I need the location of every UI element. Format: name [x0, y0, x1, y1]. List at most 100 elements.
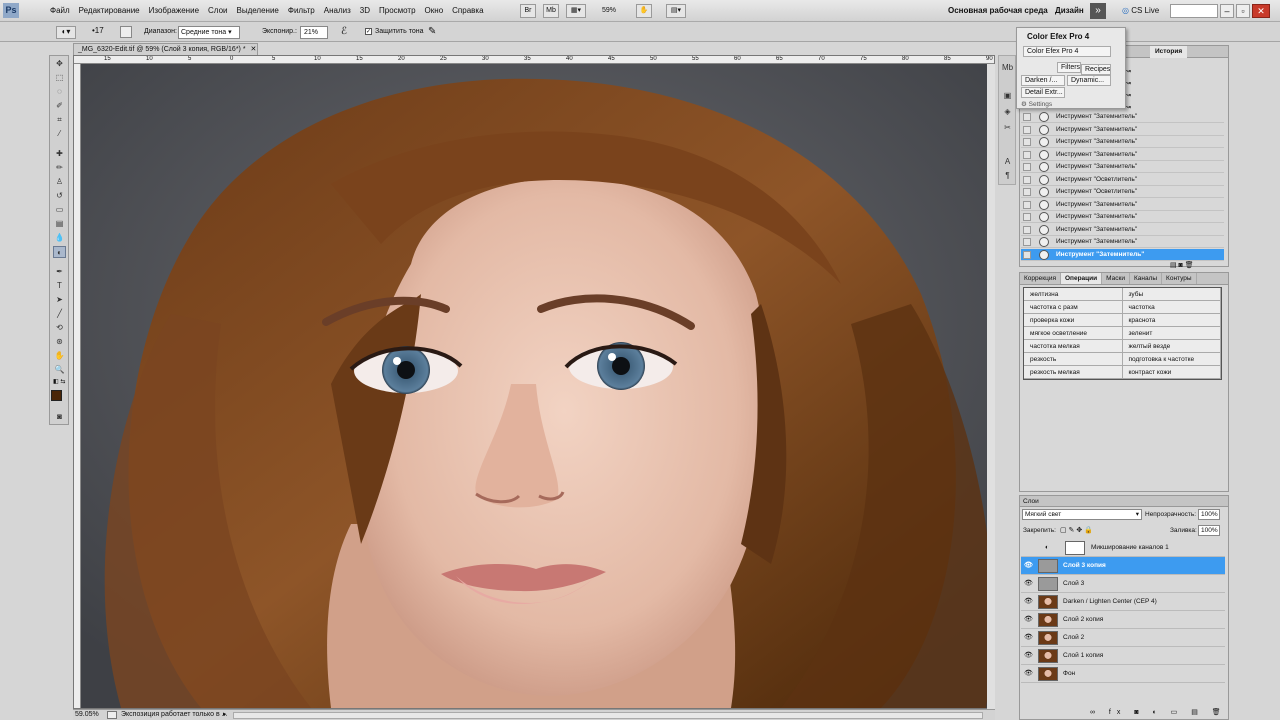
brush-tool-icon[interactable]: ✏: [53, 162, 66, 174]
pen-tool-icon[interactable]: ✒: [53, 266, 66, 278]
visibility-eye-icon[interactable]: 👁: [1024, 670, 1033, 677]
visibility-eye-icon[interactable]: [1024, 544, 1032, 551]
protect-tones-checkbox[interactable]: ✓: [365, 28, 372, 35]
action-button[interactable]: зубы: [1123, 288, 1221, 300]
move-tool-icon[interactable]: ✥: [53, 58, 66, 70]
quick-mask-icon[interactable]: ◙: [53, 411, 66, 423]
crop-tool-icon[interactable]: ⌗: [53, 114, 66, 126]
brush-size-icon[interactable]: •17: [92, 26, 104, 35]
tab-Коррекция[interactable]: Коррекция: [1020, 273, 1061, 284]
zoom-tool-icon[interactable]: 🔍: [53, 364, 66, 376]
visibility-eye-icon[interactable]: 👁: [1024, 562, 1033, 569]
layers-tab[interactable]: Слои: [1020, 496, 1228, 507]
status-arrow-icon[interactable]: ▸: [223, 710, 227, 720]
layer-row[interactable]: 👁 Слой 2: [1021, 629, 1225, 647]
range-select[interactable]: Средние тона ▾: [178, 26, 240, 39]
history-checkbox[interactable]: [1023, 138, 1031, 146]
action-button[interactable]: резкость: [1024, 353, 1123, 365]
hand-icon[interactable]: ✋: [636, 4, 652, 18]
gradient-tool-icon[interactable]: ▤: [53, 218, 66, 230]
visibility-eye-icon[interactable]: 👁: [1024, 598, 1033, 605]
opacity-input[interactable]: 100%: [1198, 509, 1220, 520]
layer-row[interactable]: 👁 Слой 3 копия: [1021, 557, 1225, 575]
cef-recipes-tab[interactable]: Recipes: [1081, 64, 1111, 75]
history-item[interactable]: Инструмент "Затемнитель": [1021, 211, 1224, 223]
action-button[interactable]: частотка с разм: [1024, 301, 1123, 313]
tab-history[interactable]: История: [1150, 46, 1188, 58]
cef-dynamic-button[interactable]: Dynamic...: [1067, 75, 1111, 86]
menu-item-8[interactable]: Просмотр: [379, 6, 416, 15]
menu-item-7[interactable]: 3D: [360, 6, 370, 15]
history-checkbox[interactable]: [1023, 238, 1031, 246]
history-item[interactable]: Инструмент "Затемнитель": [1021, 111, 1224, 123]
menu-item-10[interactable]: Справка: [452, 6, 483, 15]
close-tab-icon[interactable]: ✕: [251, 46, 257, 53]
fill-input[interactable]: 100%: [1198, 525, 1220, 536]
lock-icons[interactable]: ▢ ✎ ✥ 🔒: [1060, 526, 1093, 534]
history-checkbox[interactable]: [1023, 125, 1031, 134]
bridge-icon[interactable]: Br: [520, 4, 536, 18]
history-item[interactable]: Инструмент "Осветлитель": [1021, 174, 1224, 186]
minibridge-panel-icon[interactable]: Mb: [1001, 62, 1014, 74]
close-icon[interactable]: ✕: [1252, 4, 1270, 18]
action-button[interactable]: зеленит: [1123, 327, 1221, 339]
visibility-eye-icon[interactable]: 👁: [1024, 634, 1033, 641]
action-button[interactable]: желтый везде: [1123, 340, 1221, 352]
history-checkbox[interactable]: [1023, 213, 1031, 221]
cef-settings[interactable]: ⚙ Settings: [1021, 100, 1052, 108]
action-button[interactable]: частотка мелкая: [1024, 340, 1123, 352]
history-checkbox[interactable]: [1023, 188, 1031, 196]
action-button[interactable]: желтизна: [1024, 288, 1123, 300]
history-checkbox[interactable]: [1023, 225, 1031, 234]
type-tool-icon[interactable]: T: [53, 280, 66, 292]
extras-icon[interactable]: ▦▾: [566, 4, 586, 18]
exposure-input[interactable]: 21%: [300, 26, 328, 39]
healing-brush-icon[interactable]: ✚: [53, 148, 66, 160]
3d-orbit-icon[interactable]: ⊛: [53, 336, 66, 348]
layer-row[interactable]: 👁 Слой 3: [1021, 575, 1225, 593]
pressure-icon[interactable]: ✎: [428, 26, 436, 37]
eraser-tool-icon[interactable]: ▭: [53, 204, 66, 216]
character-panel-icon[interactable]: A: [1001, 156, 1014, 168]
hand-tool-icon[interactable]: ✋: [53, 350, 66, 362]
action-button[interactable]: мягкое осветление: [1024, 327, 1123, 339]
history-item[interactable]: Инструмент "Затемнитель": [1021, 224, 1224, 236]
menu-item-6[interactable]: Анализ: [324, 6, 351, 15]
visibility-eye-icon[interactable]: 👁: [1024, 580, 1033, 587]
action-button[interactable]: резкость мелкая: [1024, 366, 1123, 378]
shape-tool-icon[interactable]: ╱: [53, 308, 66, 320]
layer-row[interactable]: ◐ Микширование каналов 1: [1021, 539, 1225, 557]
history-brush-icon[interactable]: ↺: [53, 190, 66, 202]
paragraph-panel-icon[interactable]: ¶: [1001, 170, 1014, 182]
airbrush-icon[interactable]: ℰ: [341, 26, 347, 37]
tab-Каналы[interactable]: Каналы: [1130, 273, 1163, 284]
tab-Операции[interactable]: Операции: [1060, 273, 1103, 284]
visibility-eye-icon[interactable]: 👁: [1024, 616, 1033, 623]
action-button[interactable]: подготовка к частотке: [1123, 353, 1221, 365]
layers-footer-icons[interactable]: ∞ fx ◙ ◐ ▭ ▤ 🗑: [1090, 708, 1227, 716]
cs-live-button[interactable]: ◎ CS Live: [1122, 6, 1159, 15]
history-checkbox[interactable]: [1023, 200, 1031, 209]
history-item[interactable]: Инструмент "Затемнитель": [1021, 149, 1224, 161]
marquee-tool-icon[interactable]: ⬚: [53, 72, 66, 84]
history-footer-icons[interactable]: ▤ ◙ 🗑: [1170, 261, 1194, 269]
action-button[interactable]: частотка: [1123, 301, 1221, 313]
search-input[interactable]: [1170, 4, 1218, 18]
foreground-color-swatch[interactable]: [51, 390, 62, 401]
menu-item-2[interactable]: Изображение: [149, 6, 199, 15]
design-workspace[interactable]: Дизайн: [1055, 6, 1084, 15]
history-checkbox[interactable]: [1023, 175, 1031, 184]
portrait-photo[interactable]: [81, 64, 987, 708]
cef-darken-button[interactable]: Darken /...: [1021, 75, 1065, 86]
status-zoom[interactable]: 59.05%: [75, 710, 99, 720]
history-checkbox[interactable]: [1023, 113, 1031, 121]
arrange-icon[interactable]: ▤▾: [666, 4, 686, 18]
default-colors-icon[interactable]: ◧ ⇆: [53, 378, 65, 385]
minimize-icon[interactable]: –: [1220, 4, 1234, 18]
lasso-tool-icon[interactable]: ◌: [53, 86, 66, 98]
layer-row[interactable]: 👁 Фон: [1021, 665, 1225, 683]
history-item[interactable]: Инструмент "Осветлитель": [1021, 186, 1224, 198]
zoom-level[interactable]: 59%: [602, 7, 616, 14]
menu-item-4[interactable]: Выделение: [236, 6, 278, 15]
action-button[interactable]: контраст кожи: [1123, 366, 1221, 378]
